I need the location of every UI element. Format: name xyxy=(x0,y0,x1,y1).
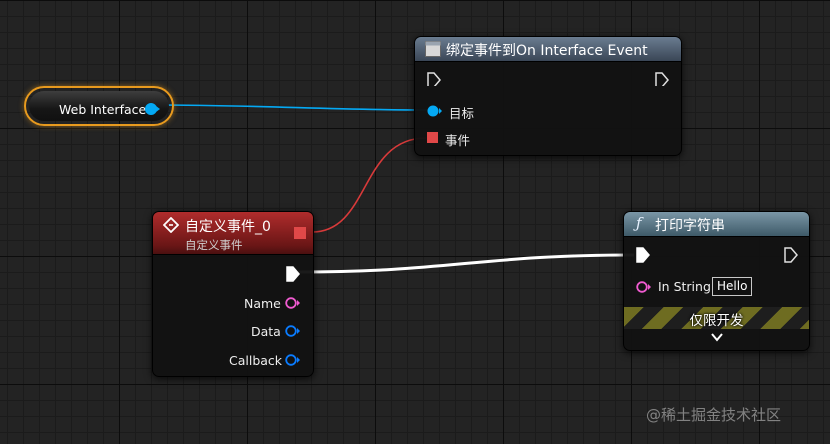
variable-label: Web Interface xyxy=(59,102,147,117)
pin-arrow-icon xyxy=(156,106,160,112)
in-string-input[interactable]: Hello xyxy=(712,277,753,296)
custom-event-header: 自定义事件_0 自定义事件 xyxy=(153,212,313,255)
delegate-output-pin[interactable] xyxy=(294,227,307,240)
custom-event-title: 自定义事件_0 xyxy=(185,219,271,235)
target-input-pin[interactable] xyxy=(427,104,443,118)
chevron-down-icon[interactable] xyxy=(711,333,723,342)
data-output-pin[interactable] xyxy=(285,324,301,338)
callback-pin-label: Callback xyxy=(229,353,283,368)
data-pin-label: Data xyxy=(251,324,281,339)
exec-in-pin[interactable] xyxy=(427,72,441,86)
exec-wire xyxy=(297,253,635,274)
in-string-label: In String xyxy=(658,279,711,294)
event-diamond-icon xyxy=(163,217,179,233)
name-pin-label: Name xyxy=(244,296,281,311)
exec-out-pin[interactable] xyxy=(784,247,798,263)
bind-node-header: 绑定事件到On Interface Event xyxy=(415,37,681,62)
exec-out-pin[interactable] xyxy=(655,72,669,86)
exec-in-pin[interactable] xyxy=(636,247,650,263)
print-node-title: 打印字符串 xyxy=(655,218,725,234)
bind-node-title: 绑定事件到On Interface Event xyxy=(446,43,648,59)
event-pin-label: 事件 xyxy=(445,133,471,148)
target-pin-label: 目标 xyxy=(449,106,475,121)
custom-event-node[interactable]: 自定义事件_0 自定义事件 Name Data Callback xyxy=(152,211,314,377)
exec-output-pin[interactable] xyxy=(286,266,300,282)
name-output-pin[interactable] xyxy=(285,296,301,310)
delegate-wire xyxy=(311,137,427,233)
custom-event-subtitle: 自定义事件 xyxy=(185,238,243,252)
callback-output-pin[interactable] xyxy=(285,353,301,367)
bind-event-node[interactable]: 绑定事件到On Interface Event 目标 事件 xyxy=(414,36,682,156)
function-icon: ƒ xyxy=(636,214,642,232)
event-input-pin[interactable] xyxy=(427,132,439,144)
development-only-label: 仅限开发 xyxy=(689,313,744,329)
watermark: @稀土掘金技术社区 xyxy=(646,406,782,424)
graph-node-icon xyxy=(425,41,441,57)
print-node-header: ƒ 打印字符串 xyxy=(624,212,809,237)
web-interface-variable-node[interactable]: Web Interface xyxy=(24,86,174,126)
object-wire xyxy=(153,104,429,111)
in-string-pin[interactable] xyxy=(636,280,652,294)
print-string-node[interactable]: ƒ 打印字符串 In String Hello 仅限开发 xyxy=(623,211,810,351)
